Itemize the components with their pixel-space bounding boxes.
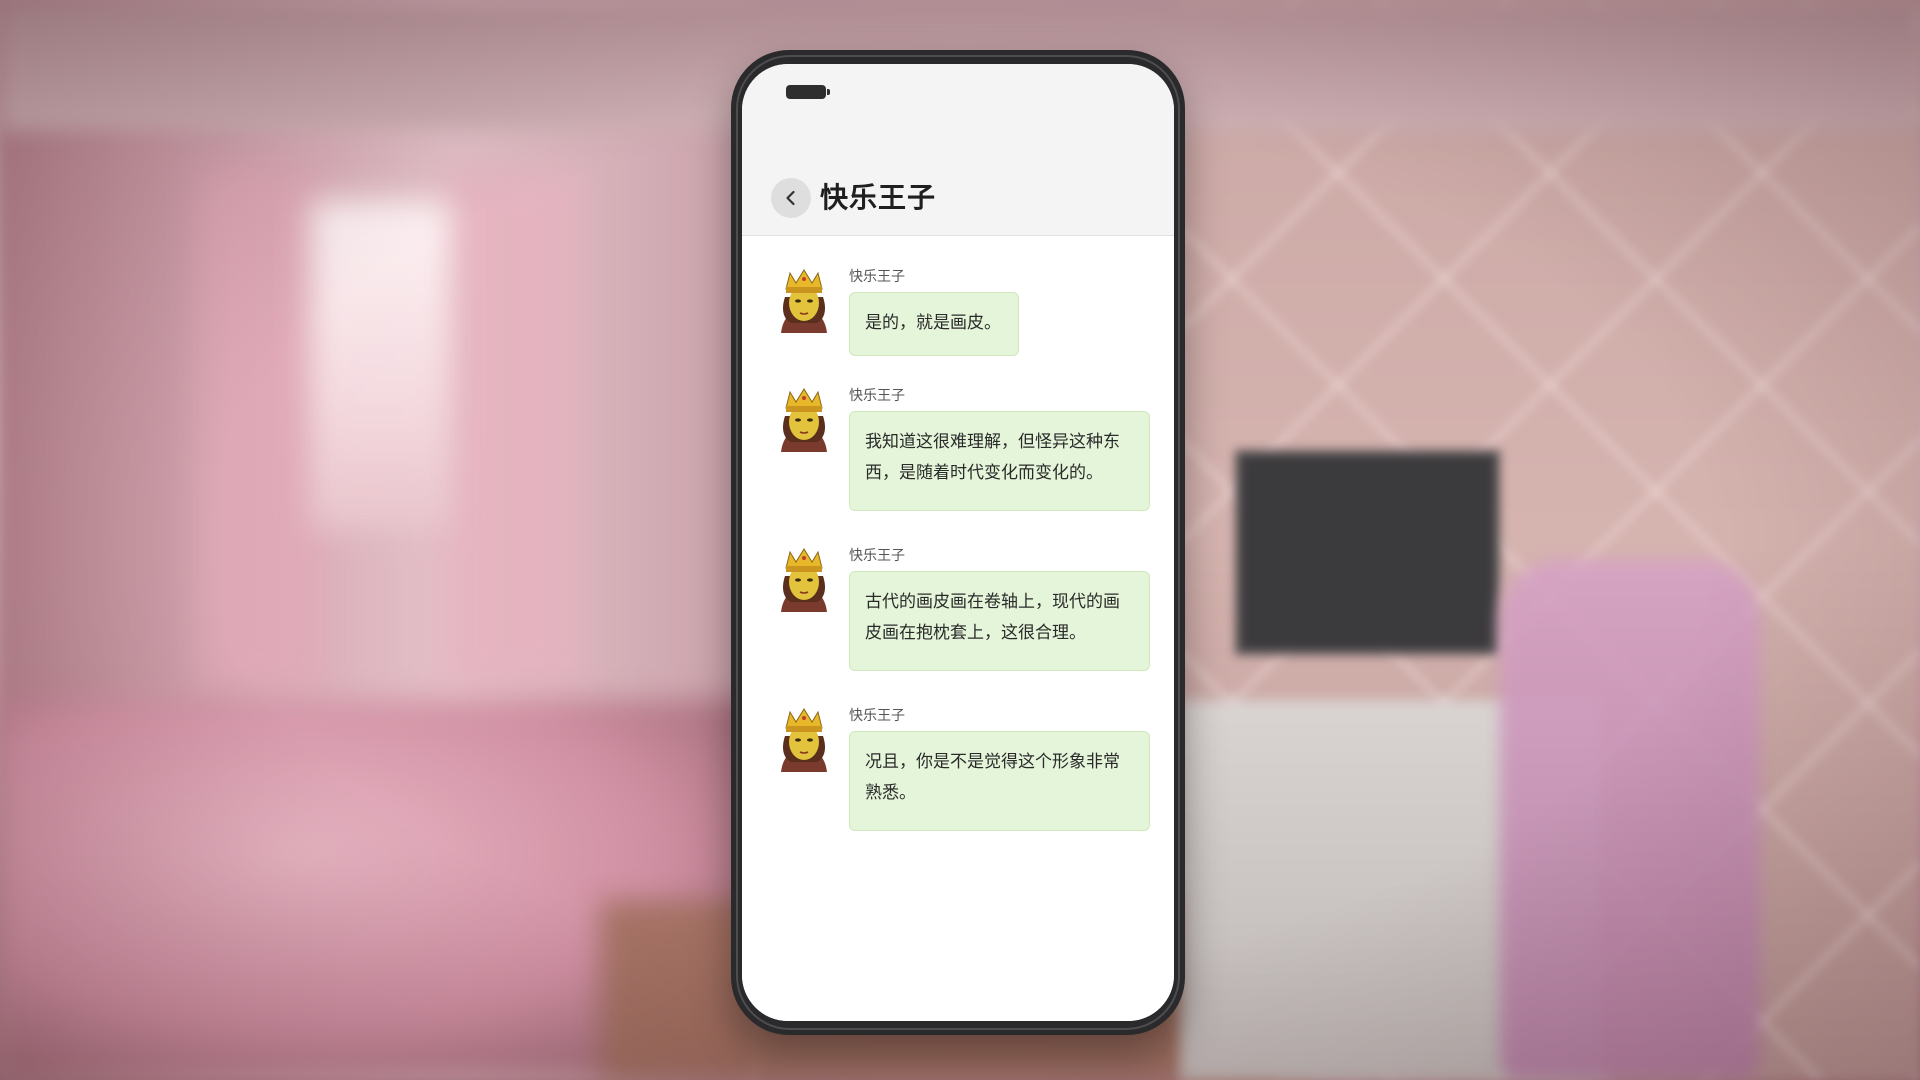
sender-name: 快乐王子 — [849, 548, 905, 564]
sender-name: 快乐王子 — [849, 388, 905, 404]
message-bubble[interactable]: 是的，就是画皮。 — [849, 292, 1019, 356]
message-bubble[interactable]: 古代的画皮画在卷轴上，现代的画皮画在抱枕套上，这很合理。 — [849, 571, 1150, 671]
chat-header: 快乐王子 — [742, 114, 1174, 236]
sender-name: 快乐王子 — [849, 269, 905, 285]
sender-name: 快乐王子 — [849, 708, 905, 724]
message-bubble[interactable]: 我知道这很难理解，但怪异这种东西，是随着时代变化而变化的。 — [849, 411, 1150, 511]
crowned-prince-avatar[interactable] — [773, 706, 835, 772]
crowned-prince-avatar[interactable] — [773, 386, 835, 452]
battery-icon — [786, 85, 830, 99]
message-bubble[interactable]: 况且，你是不是觉得这个形象非常熟悉。 — [849, 731, 1150, 831]
phone-frame: 快乐王子 快乐王子 是的，就是画皮。 快乐王子 我知道这很难理解，但怪异这种东西… — [731, 50, 1185, 1035]
status-bar — [742, 64, 1174, 114]
crowned-prince-avatar[interactable] — [773, 267, 835, 333]
message-list[interactable]: 快乐王子 是的，就是画皮。 快乐王子 我知道这很难理解，但怪异这种东西，是随着时… — [742, 237, 1174, 1021]
chevron-left-icon — [786, 190, 795, 206]
phone-screen: 快乐王子 快乐王子 是的，就是画皮。 快乐王子 我知道这很难理解，但怪异这种东西… — [742, 64, 1174, 1021]
back-button[interactable] — [771, 178, 811, 218]
chat-title: 快乐王子 — [820, 181, 937, 214]
crowned-prince-avatar[interactable] — [773, 546, 835, 612]
